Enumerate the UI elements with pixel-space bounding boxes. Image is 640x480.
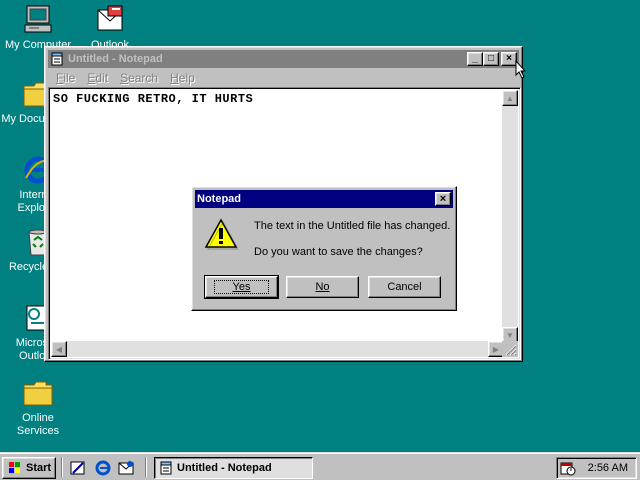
menu-help[interactable]: Help [164,71,201,85]
dialog-title: Notepad [197,193,241,205]
right-arrow-icon: ▶ [492,344,500,354]
notepad-title: Untitled - Notepad [68,53,163,65]
my-computer-icon [22,4,54,36]
show-desktop-icon[interactable] [69,459,87,477]
yes-button-label: Yes [213,280,270,294]
desktop-icon-online-services[interactable]: Online Services [0,377,76,438]
no-button-label: No [315,281,330,293]
warning-icon [204,218,239,250]
taskbar: Start Untitled - Notepad 2:56 AM [0,452,640,480]
close-icon: × [506,53,512,64]
cancel-button[interactable]: Cancel [368,276,441,298]
system-tray: 2:56 AM [556,457,637,479]
taskbar-separator [61,457,63,477]
outlook-icon [94,4,126,36]
horizontal-scrollbar[interactable]: ◀ ▶ [51,341,504,357]
start-button[interactable]: Start [2,457,56,479]
desktop-icon-outlook[interactable]: Outlook [72,4,148,52]
dialog-close-button[interactable]: × [435,192,451,206]
scroll-left-button[interactable]: ◀ [51,341,67,357]
size-grip[interactable] [502,341,518,357]
windows-logo-icon [7,461,23,475]
notepad-icon [50,52,64,66]
maximize-button[interactable]: □ [483,52,499,66]
mouse-cursor-icon [515,59,527,79]
menu-edit[interactable]: Edit [81,71,114,85]
scheduler-icon[interactable] [560,460,576,476]
scroll-up-button[interactable]: ▲ [502,90,518,106]
taskbar-button-label: Untitled - Notepad [177,462,272,474]
desktop-icon-my-computer[interactable]: My Computer [0,4,76,52]
outlook-express-icon[interactable] [117,459,135,477]
folder-icon [22,377,54,409]
minimize-icon: _ [472,53,478,64]
maximize-icon: □ [487,53,495,64]
editor-content[interactable]: SO FUCKING RETRO, IT HURTS [53,92,253,106]
start-label: Start [26,462,52,474]
taskbar-button-notepad[interactable]: Untitled - Notepad [154,457,313,479]
taskbar-separator [145,457,147,477]
internet-explorer-icon[interactable] [94,459,112,477]
cancel-button-label: Cancel [387,281,422,293]
clock[interactable]: 2:56 AM [588,462,628,474]
close-icon: × [439,193,447,205]
menu-file[interactable]: File [50,71,81,85]
up-arrow-icon: ▲ [506,93,514,103]
desktop-icon-label: Online Services [16,412,60,437]
size-grip-icon [505,344,517,356]
down-arrow-icon: ▼ [506,330,514,340]
notepad-titlebar[interactable]: Untitled - Notepad _ □ × [48,50,519,68]
minimize-button[interactable]: _ [467,52,483,66]
dialog-titlebar[interactable]: Notepad × [195,190,453,208]
left-arrow-icon: ◀ [55,344,63,354]
yes-button[interactable]: Yes [204,275,279,299]
no-button[interactable]: No [286,276,359,298]
dialog-message-line2: Do you want to save the changes? [254,246,423,258]
menu-search[interactable]: Search [114,71,164,85]
notepad-menubar: File Edit Search Help [48,68,519,87]
dialog-message-line1: The text in the Untitled file has change… [254,220,451,232]
save-changes-dialog[interactable]: Notepad × The text in the Untitled file … [191,186,457,311]
vertical-scrollbar[interactable]: ▲ ▼ [502,90,518,343]
notepad-icon [159,461,173,475]
